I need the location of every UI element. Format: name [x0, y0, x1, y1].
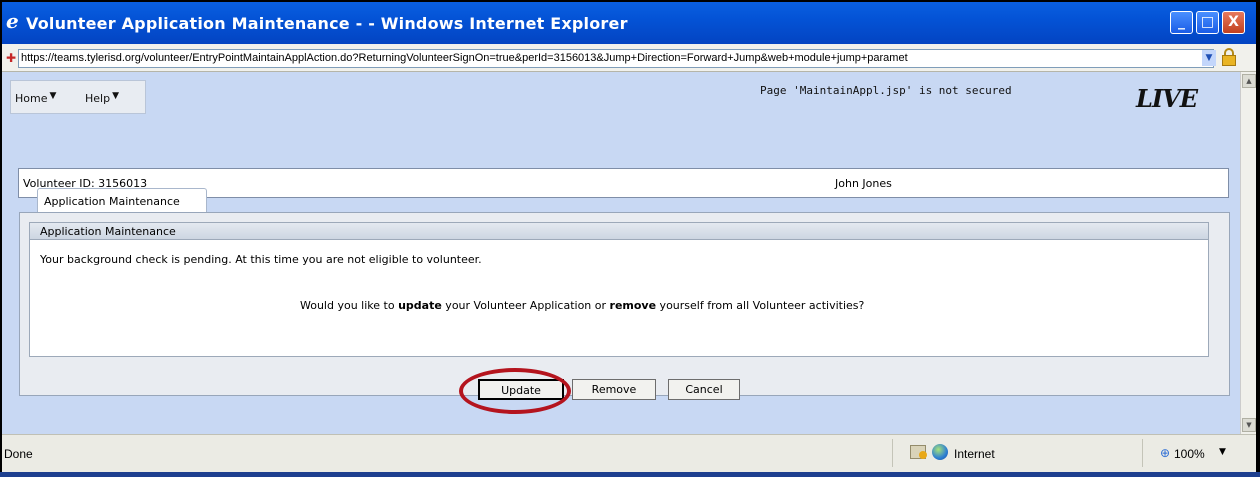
top-nav-menu: Home ▼ Help ▼	[10, 80, 146, 114]
nav-home-label: Home	[15, 92, 48, 105]
site-favicon-icon: ✚	[6, 51, 17, 65]
vertical-scrollbar[interactable]: ▲ ▼	[1240, 72, 1256, 434]
chevron-down-icon: ▼	[49, 91, 57, 101]
title-bar: e Volunteer Application Maintenance - - …	[2, 2, 1256, 44]
volunteer-name: John Jones	[835, 177, 892, 190]
page-content: Home ▼ Help ▼ Page 'MaintainAppl.jsp' is n…	[2, 72, 1240, 434]
address-bar: ✚ https://teams.tylerisd.org/volunteer/E…	[2, 44, 1256, 72]
status-text: Done	[4, 447, 33, 461]
scroll-down-icon[interactable]: ▼	[1242, 418, 1256, 432]
ie-logo-icon: e	[6, 9, 19, 33]
nav-help[interactable]: Help ▼	[85, 91, 119, 105]
cancel-button[interactable]: Cancel	[668, 379, 740, 400]
nav-help-label: Help	[85, 92, 111, 105]
status-divider	[1142, 439, 1143, 467]
tab-panel: Application Maintenance Your background …	[19, 212, 1230, 400]
close-button[interactable]: X	[1222, 11, 1245, 34]
question-remove-word: remove	[609, 299, 657, 312]
tab-application-maintenance[interactable]: Application Maintenance	[37, 188, 207, 213]
url-field[interactable]: https://teams.tylerisd.org/volunteer/Ent…	[18, 49, 1214, 68]
protected-mode-icon[interactable]	[910, 445, 927, 459]
section-heading: Application Maintenance	[30, 223, 1208, 240]
window-title: Volunteer Application Maintenance - - Wi…	[26, 14, 628, 33]
zoom-level[interactable]: 100%	[1174, 447, 1205, 461]
zoom-dropdown-icon[interactable]: ▼	[1219, 447, 1226, 457]
maximize-button[interactable]: □	[1196, 11, 1219, 34]
remove-button[interactable]: Remove	[572, 379, 656, 400]
question-text: your Volunteer Application or	[441, 299, 610, 312]
security-notice: Page 'MaintainAppl.jsp' is not secured	[760, 84, 1012, 97]
question-text: yourself from all Volunteer activities?	[656, 299, 865, 312]
minimize-button[interactable]: _	[1170, 11, 1193, 34]
live-logo: LIVE	[1136, 84, 1198, 113]
action-question: Would you like to update your Volunteer …	[300, 299, 864, 312]
question-text: Would you like to	[300, 299, 399, 312]
status-bar: Done Internet ⊕ 100% ▼	[2, 434, 1256, 474]
browser-window: e Volunteer Application Maintenance - - …	[2, 2, 1256, 474]
taskbar	[0, 472, 1260, 477]
globe-icon	[932, 444, 948, 460]
address-dropdown-icon[interactable]: ▼	[1202, 50, 1216, 66]
scroll-up-icon[interactable]: ▲	[1242, 74, 1256, 88]
security-zone[interactable]: Internet	[954, 447, 995, 461]
question-update-word: update	[398, 299, 442, 312]
update-highlight-annotation	[459, 368, 571, 414]
status-divider	[892, 439, 893, 467]
zoom-icon[interactable]: ⊕	[1160, 446, 1170, 460]
nav-home[interactable]: Home ▼	[15, 91, 57, 105]
chevron-down-icon: ▼	[112, 91, 119, 101]
lock-icon[interactable]	[1222, 48, 1236, 66]
status-message: Your background check is pending. At thi…	[40, 253, 482, 266]
maintenance-section: Application Maintenance Your background …	[29, 222, 1209, 357]
